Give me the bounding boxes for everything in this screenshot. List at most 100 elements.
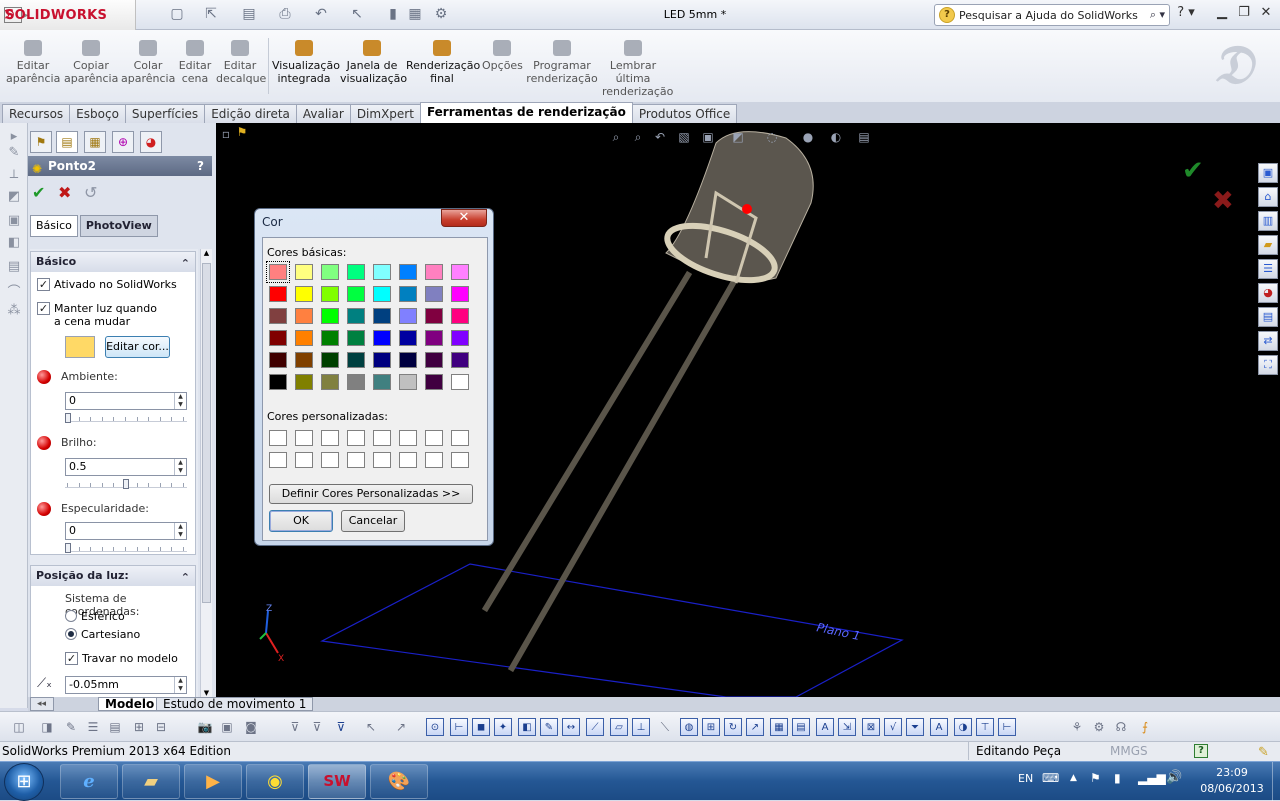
final-render-button[interactable]: Renderização final <box>406 40 480 85</box>
restore-button[interactable]: ❐ <box>1234 5 1254 23</box>
print-icon[interactable]: ⎙ <box>274 6 296 24</box>
basic-color-swatch[interactable] <box>399 308 417 324</box>
line-thickness-icon[interactable]: ▤ <box>106 718 124 736</box>
select-icon[interactable]: ↖ <box>346 6 368 24</box>
rebuild-icon[interactable]: ▮ <box>382 6 404 24</box>
basic-color-swatch[interactable] <box>347 264 365 280</box>
edit-appearance-button[interactable]: Editar aparência <box>6 40 60 85</box>
feature-icon[interactable]: ◩ <box>6 189 22 205</box>
select-centermark-icon[interactable]: ⊢ <box>998 718 1016 736</box>
select-mate-icon[interactable]: ◑ <box>954 718 972 736</box>
ok-check-icon[interactable]: ✔ <box>32 183 45 202</box>
dialog-close-button[interactable]: ✕ <box>441 209 487 227</box>
select-hole-icon[interactable]: ⏷ <box>906 718 924 736</box>
slider-thumb[interactable] <box>65 543 71 553</box>
panel-scrollbar[interactable]: ▲ ▼ <box>200 249 212 705</box>
display-style-icon[interactable]: ◩ <box>730 130 746 146</box>
edit-sketch-icon[interactable]: ◨ <box>38 718 56 736</box>
select-cosmetic-icon[interactable]: ⊤ <box>976 718 994 736</box>
extrude-icon[interactable]: ▣ <box>6 213 22 229</box>
select-silhouette-icon[interactable]: ↗ <box>746 718 764 736</box>
basic-color-swatch[interactable] <box>295 264 313 280</box>
basic-color-swatch[interactable] <box>373 264 391 280</box>
help-menu-icon[interactable]: ? ▾ <box>1176 5 1196 23</box>
view-orientation-icon[interactable]: ▣ <box>700 130 716 146</box>
basic-color-swatch[interactable] <box>266 261 290 283</box>
basic-color-swatch[interactable] <box>321 264 339 280</box>
select-plane-icon[interactable]: ▱ <box>610 718 628 736</box>
help-search-input[interactable]: ? Pesquisar a Ajuda do SolidWorks ⌕ ▾ <box>934 4 1170 26</box>
basic-group-header[interactable]: Básico ⌃ <box>31 252 195 272</box>
specular-input[interactable]: 0 ▲ ▼ <box>65 522 187 540</box>
cartesian-radio[interactable] <box>65 628 77 640</box>
specular-slider[interactable] <box>65 540 187 553</box>
basic-color-swatch[interactable] <box>269 308 287 324</box>
custom-color-swatch[interactable] <box>295 430 313 446</box>
paste-appearance-button[interactable]: Colar aparência <box>121 40 175 85</box>
tab-basico[interactable]: Básico <box>30 215 78 237</box>
ambient-input[interactable]: 0 ▲ ▼ <box>65 392 187 410</box>
basic-color-swatch[interactable] <box>321 330 339 346</box>
custom-color-swatch[interactable] <box>425 430 443 446</box>
options-button[interactable]: Opções <box>482 40 523 72</box>
filter-faces-icon[interactable]: ⊽ <box>308 718 326 736</box>
collapse-icon[interactable]: ▸ <box>6 129 22 145</box>
media-player-icon[interactable]: ▶ <box>184 764 242 799</box>
start-button-icon[interactable]: ⊞ <box>4 763 44 801</box>
basic-color-swatch[interactable] <box>425 286 443 302</box>
file-explorer-icon[interactable]: ▰ <box>1258 235 1278 255</box>
basic-color-swatch[interactable] <box>373 308 391 324</box>
basic-color-swatch[interactable] <box>399 264 417 280</box>
ambient-spinner-icon[interactable]: ▲ ▼ <box>174 393 186 409</box>
viewport-nav-prev-icon[interactable]: ◧ <box>1166 123 1182 125</box>
notification-tag-icon[interactable]: ✎ <box>1258 743 1269 762</box>
ok-button[interactable]: OK <box>269 510 333 532</box>
basic-color-swatch[interactable] <box>425 330 443 346</box>
display-manager-tab-icon[interactable]: ◕ <box>140 131 162 153</box>
tab-dimxpert[interactable]: DimXpert <box>349 104 421 123</box>
view-settings-icon[interactable]: ▤ <box>856 130 872 146</box>
status-help-icon[interactable]: ? <box>1194 744 1208 758</box>
motion-icon[interactable]: ⚙ <box>1090 718 1108 736</box>
recall-last-render-button[interactable]: Lembrar última renderização <box>602 40 673 98</box>
basic-color-swatch[interactable] <box>269 374 287 390</box>
viewport-nav-next-icon[interactable]: ◨ <box>1188 123 1204 125</box>
walk-through-icon[interactable]: ☊ <box>1112 718 1130 736</box>
slider-thumb[interactable] <box>65 413 71 423</box>
slider-thumb[interactable] <box>123 479 129 489</box>
preview-window-button[interactable]: Janela de visualização <box>340 40 407 85</box>
fillet-icon[interactable]: ⌒ <box>6 281 22 300</box>
cancel-x-icon[interactable]: ✖ <box>58 183 71 202</box>
home-icon[interactable]: ⌂ <box>1258 187 1278 207</box>
custom-color-swatch[interactable] <box>399 452 417 468</box>
select-face-icon[interactable]: ◼ <box>472 718 490 736</box>
solidworks-resources-icon[interactable]: ▣ <box>1258 163 1278 183</box>
smart-mate-icon[interactable]: ⚘ <box>1068 718 1086 736</box>
tab-superficies[interactable]: Superfícies <box>124 104 206 123</box>
zoom-area-icon[interactable]: ⌕ <box>630 130 646 146</box>
part-icon[interactable]: ⚑ <box>234 125 250 141</box>
custom-color-swatch[interactable] <box>269 452 287 468</box>
custom-color-swatch[interactable] <box>425 452 443 468</box>
basic-color-swatch[interactable] <box>321 352 339 368</box>
custom-color-swatch[interactable] <box>373 430 391 446</box>
basic-color-swatch[interactable] <box>425 374 443 390</box>
select-feature-icon[interactable]: ✦ <box>494 718 512 736</box>
record-icon[interactable]: ◙ <box>242 718 260 736</box>
keyboard-icon[interactable]: ⌨ <box>1042 771 1059 785</box>
pattern-icon[interactable]: ⁂ <box>6 303 22 319</box>
select-datum-icon[interactable]: A <box>816 718 834 736</box>
custom-color-swatch[interactable] <box>347 430 365 446</box>
select-annotation-icon[interactable]: ▦ <box>770 718 788 736</box>
sketch-icon[interactable]: ✎ <box>6 145 22 161</box>
select-dimension-icon[interactable]: ↔ <box>562 718 580 736</box>
select-weld-icon[interactable]: ⇲ <box>838 718 856 736</box>
select-gtol-icon[interactable]: ⊠ <box>862 718 880 736</box>
tree-icon[interactable]: ⛶ <box>1258 355 1278 375</box>
cut-icon[interactable]: ▤ <box>6 259 22 275</box>
select-balloon-icon[interactable]: A <box>930 718 948 736</box>
basic-color-swatch[interactable] <box>321 286 339 302</box>
box-select-icon[interactable]: ↗ <box>392 718 410 736</box>
define-custom-colors-button[interactable]: Definir Cores Personalizadas >> <box>269 484 473 504</box>
basic-color-swatch[interactable] <box>347 352 365 368</box>
